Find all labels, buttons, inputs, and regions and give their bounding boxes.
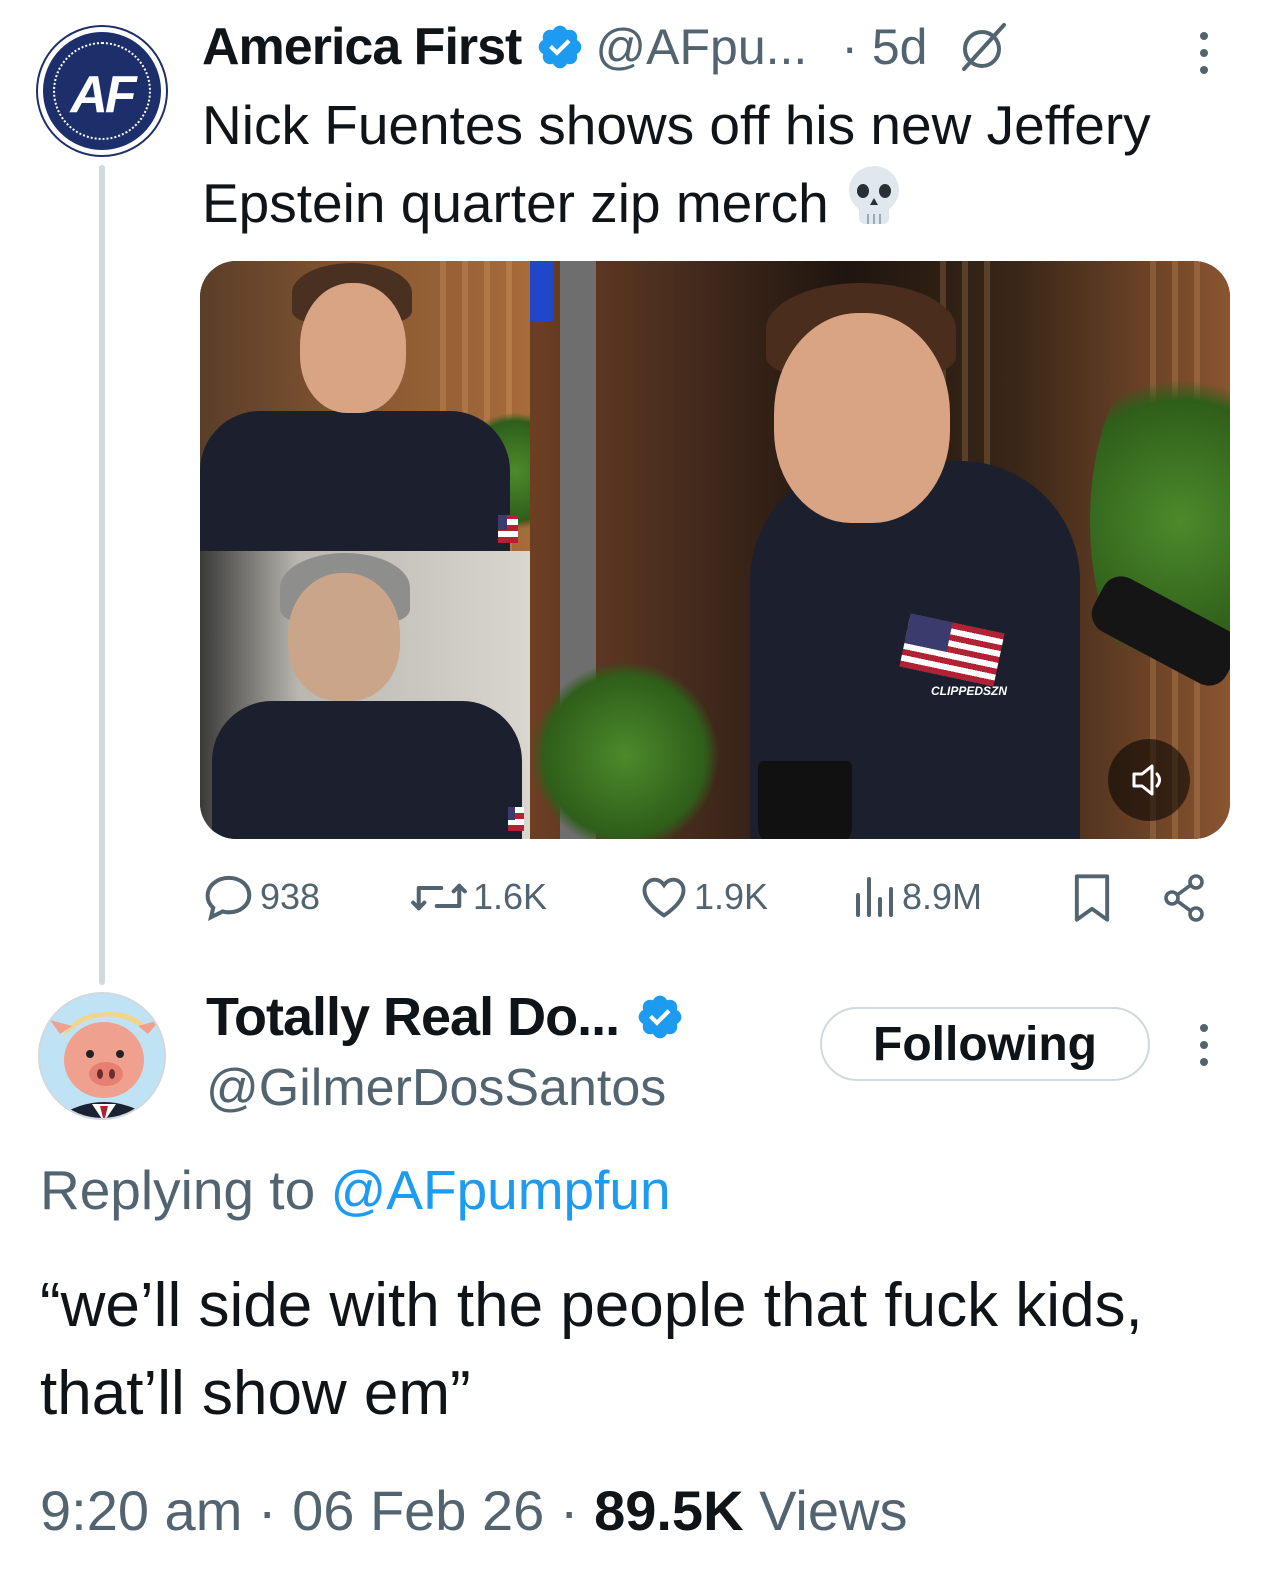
tweet-views-label: Views [759,1479,908,1542]
repost-count: 1.6K [473,876,548,917]
unmute-button[interactable] [1108,739,1190,821]
media-panel-top-left [200,261,530,551]
more-options-icon[interactable] [1194,30,1214,76]
share-icon[interactable] [1160,872,1208,924]
reply-author-handle[interactable]: @GilmerDosSantos [206,1058,666,1118]
speaker-icon [1132,764,1161,796]
grok-icon[interactable] [956,19,1012,75]
verified-badge-icon [539,25,582,69]
reply-author-name[interactable]: Totally Real Do... [206,986,620,1048]
replying-to-line: Replying to @AFpumpfun [40,1158,671,1222]
reply-author-avatar[interactable] [38,992,166,1120]
tweet-views-count: 89.5K [594,1479,744,1542]
skull-emoji-icon [848,166,899,224]
tweet-time[interactable]: · 5d [841,18,927,76]
reply-author-header: Totally Real Do... [206,985,685,1049]
replying-to-mention-link[interactable]: @AFpumpfun [330,1159,670,1221]
following-button[interactable]: Following [820,1007,1150,1081]
replying-to-prefix: Replying to [40,1159,316,1221]
tweet-media-video[interactable]: CLIPPEDSZN [200,261,1230,839]
tweet-text-body: Nick Fuentes shows off his new Jeffery E… [202,94,1151,234]
repost-icon [411,883,467,911]
reply-tweet-text: “we’ll side with the people that fuck ki… [40,1271,1143,1428]
bookmark-icon[interactable] [1070,872,1114,924]
reply-icon [205,875,252,922]
views-button[interactable]: 8.9M [850,868,982,926]
analytics-icon [856,877,893,917]
tweet-text: Nick Fuentes shows off his new Jeffery E… [202,86,1232,242]
tweet-metadata: 9:20 am · 06 Feb 26 · 89.5K Views [40,1478,907,1543]
thread-connector-line [99,165,105,985]
media-panel-bottom-left [200,551,530,839]
like-button[interactable]: 1.9K [638,868,768,926]
reply-count: 938 [260,876,321,917]
avatar-logo-text: AF [70,66,136,124]
pig-caricature-icon [50,1012,160,1118]
view-count: 8.9M [902,876,983,917]
like-count: 1.9K [694,876,769,917]
media-watermark: CLIPPEDSZN [931,684,1008,698]
author-handle[interactable]: @AFpu... [595,18,807,76]
tweet-header: America First @AFpu... · 5d [202,14,1012,80]
reply-button[interactable]: 938 [202,868,320,926]
author-avatar[interactable]: AF [38,27,166,155]
author-name[interactable]: America First [202,17,522,77]
more-options-icon[interactable] [1194,1022,1214,1068]
heart-icon [642,877,686,918]
tweet-actions-bar: 938 1.6K 1.9K 8.9M [202,868,1212,926]
verified-badge-icon [638,995,682,1039]
repost-button[interactable]: 1.6K [409,868,547,926]
tweet-timestamp[interactable]: 9:20 am · 06 Feb 26 · [40,1479,579,1542]
